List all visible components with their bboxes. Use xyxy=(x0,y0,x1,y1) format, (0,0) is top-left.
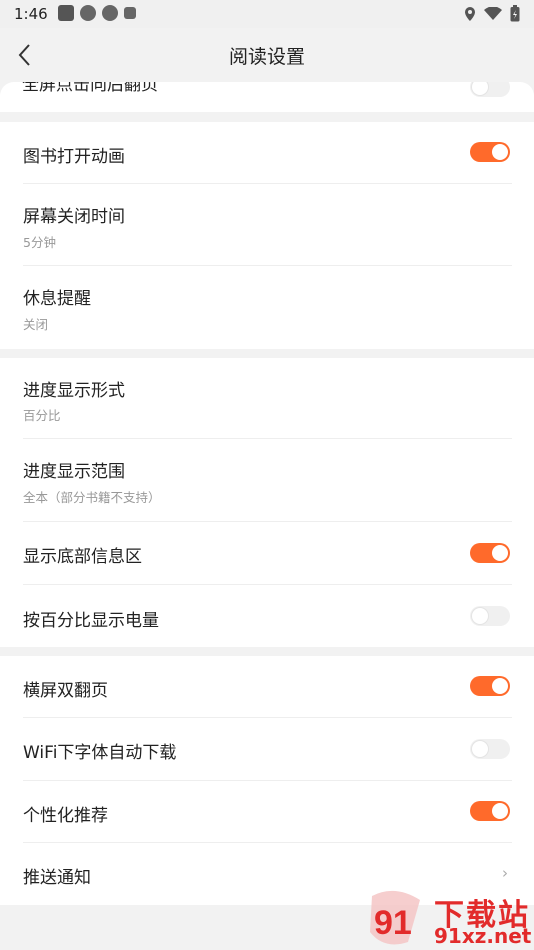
toggle-knob xyxy=(472,741,488,757)
setting-value: 5分钟 xyxy=(23,235,56,250)
toggle-knob xyxy=(492,803,508,819)
setting-row-progress-format[interactable]: 进度显示形式 百分比 xyxy=(0,358,534,439)
bottom-info-toggle[interactable] xyxy=(470,543,510,563)
personalized-recommendation-toggle[interactable] xyxy=(470,801,510,821)
wifi-font-download-toggle[interactable] xyxy=(470,739,510,759)
setting-label: 推送通知 xyxy=(23,868,91,888)
setting-label: 显示底部信息区 xyxy=(23,547,142,567)
setting-label: 个性化推荐 xyxy=(23,806,108,826)
landscape-double-page-toggle[interactable] xyxy=(470,676,510,696)
a-notification-icon xyxy=(124,7,136,19)
toggle-knob xyxy=(492,144,508,160)
setting-row-wifi-font-download[interactable]: WiFi下字体自动下载 xyxy=(0,718,534,780)
settings-card-2: 进度显示形式 百分比 进度显示范围 全本（部分书籍不支持） 显示底部信息区 按百… xyxy=(0,358,534,647)
wifi-icon xyxy=(484,6,502,20)
status-icons-left xyxy=(58,5,136,21)
setting-value: 百分比 xyxy=(23,408,61,423)
battery-percent-toggle[interactable] xyxy=(470,606,510,626)
setting-value: 关闭 xyxy=(23,317,49,332)
setting-label: 图书打开动画 xyxy=(23,147,125,167)
setting-label: 横屏双翻页 xyxy=(23,681,108,701)
toggle-knob xyxy=(492,678,508,694)
setting-label: 进度显示形式 xyxy=(23,381,125,401)
setting-label: 屏幕关闭时间 xyxy=(23,207,125,227)
setting-row-screen-off-time[interactable]: 屏幕关闭时间 5分钟 xyxy=(0,184,534,266)
battery-icon xyxy=(510,5,520,22)
app-square-icon xyxy=(58,5,74,21)
setting-label: WiFi下字体自动下载 xyxy=(23,743,177,763)
setting-row-landscape-double-page[interactable]: 横屏双翻页 xyxy=(0,656,534,718)
watermark-logo-icon: 91 xyxy=(370,890,420,945)
setting-row-personalized-recommendation[interactable]: 个性化推荐 xyxy=(0,781,534,843)
setting-label: 进度显示范围 xyxy=(23,462,125,482)
setting-row-battery-percent[interactable]: 按百分比显示电量 xyxy=(0,585,534,647)
svg-text:91: 91 xyxy=(374,904,412,942)
setting-label: 按百分比显示电量 xyxy=(23,611,159,631)
settings-card-1: 图书打开动画 屏幕关闭时间 5分钟 休息提醒 关闭 xyxy=(0,122,534,349)
toggle-knob xyxy=(472,82,488,95)
setting-row-book-open-animation[interactable]: 图书打开动画 xyxy=(0,122,534,184)
watermark: 91 下载站 91xz.net xyxy=(362,888,534,950)
status-icons-right xyxy=(464,5,520,22)
status-time: 1:46 xyxy=(14,5,48,23)
peek-item-label: 全屏点击向后翻页 xyxy=(22,82,158,95)
location-icon xyxy=(465,6,475,21)
setting-row-rest-reminder[interactable]: 休息提醒 关闭 xyxy=(0,266,534,349)
watermark-sub-text: 91xz.net xyxy=(434,924,532,948)
toggle-knob xyxy=(472,608,488,624)
setting-row-progress-range[interactable]: 进度显示范围 全本（部分书籍不支持） xyxy=(0,439,534,521)
settings-card-peek: 全屏点击向后翻页 xyxy=(0,82,534,112)
settings-card-3: 横屏双翻页 WiFi下字体自动下载 个性化推荐 推送通知 › xyxy=(0,656,534,905)
book-open-animation-toggle[interactable] xyxy=(470,142,510,162)
page-title: 阅读设置 xyxy=(228,46,305,68)
settings-gear-icon xyxy=(102,5,118,21)
status-bar: 1:46 xyxy=(0,0,534,28)
peek-toggle[interactable] xyxy=(470,82,510,97)
app-header: 阅读设置 xyxy=(0,28,534,83)
setting-row-bottom-info[interactable]: 显示底部信息区 xyxy=(0,522,534,584)
setting-label: 休息提醒 xyxy=(23,289,91,309)
settings-gear-icon xyxy=(80,5,96,21)
setting-value: 全本（部分书籍不支持） xyxy=(23,490,161,505)
chevron-right-icon: › xyxy=(502,864,508,882)
toggle-knob xyxy=(492,545,508,561)
